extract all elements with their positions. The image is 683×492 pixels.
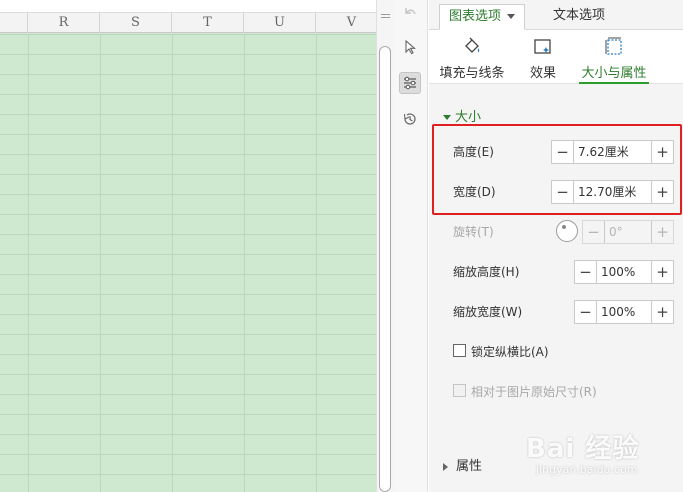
watermark-sub-text: jingyan.baidu.com xyxy=(536,463,638,476)
undo-icon[interactable] xyxy=(399,2,421,24)
rotation-dial-icon xyxy=(556,220,578,242)
scale-width-row: 缩放宽度(W) − 100% + xyxy=(429,300,683,324)
tab-chart-options-label: 图表选项 xyxy=(448,9,501,24)
properties-section-header[interactable]: 属性 xyxy=(443,455,482,474)
scale-height-stepper[interactable]: − 100% + xyxy=(574,260,674,284)
scroll-grip-icon[interactable] xyxy=(381,14,390,18)
tab-chart-options[interactable]: 图表选项 xyxy=(439,4,525,30)
subtab-size-properties-label: 大小与属性 xyxy=(581,66,647,81)
baidu-jingyan-watermark: Bai 经验 jingyan.baidu.com xyxy=(526,428,676,488)
column-header-t[interactable]: T xyxy=(172,13,244,33)
scrollbar-thumb[interactable] xyxy=(379,46,391,492)
subtab-effect[interactable]: 效果 xyxy=(523,36,563,82)
size-section-title: 大小 xyxy=(455,110,482,125)
active-subtab-indicator xyxy=(579,82,649,84)
sheet-top-strip xyxy=(0,0,376,13)
scale-width-label: 缩放宽度(W) xyxy=(453,305,523,319)
relative-original-label: 相对于图片原始尺寸(R) xyxy=(471,385,597,399)
vertical-scrollbar[interactable] xyxy=(376,0,393,492)
tab-text-options[interactable]: 文本选项 xyxy=(539,4,619,30)
rotation-label: 旋转(T) xyxy=(453,225,494,239)
properties-section-title: 属性 xyxy=(456,459,483,474)
column-header-v[interactable]: V xyxy=(316,13,376,33)
column-header-row: R S T U V xyxy=(0,13,376,33)
subtab-fill-line-label: 填充与线条 xyxy=(439,66,505,81)
expand-triangle-icon xyxy=(443,462,448,471)
relative-original-checkbox xyxy=(453,384,466,397)
annotation-highlight-box xyxy=(432,124,682,215)
scale-height-label: 缩放高度(H) xyxy=(453,265,520,279)
column-header-s[interactable]: S xyxy=(100,13,172,33)
fill-bucket-icon xyxy=(439,36,505,58)
rotation-row: 旋转(T) − 0° + xyxy=(429,220,683,244)
chevron-down-icon[interactable] xyxy=(507,14,515,19)
side-tool-strip xyxy=(393,0,428,492)
subtab-effect-label: 效果 xyxy=(529,66,556,81)
column-header-partial[interactable] xyxy=(0,13,28,33)
property-panel: 图表选项 文本选项 填充与线条 效果 大小与属性 大小 高度(E) − 7.62… xyxy=(429,0,683,492)
lock-aspect-label[interactable]: 锁定纵横比(A) xyxy=(471,343,549,360)
rotation-decrement-button: − xyxy=(583,221,605,243)
watermark-main-text: Bai 经验 xyxy=(526,434,640,464)
lock-aspect-row: 锁定纵横比(A) xyxy=(429,340,683,364)
scale-width-increment-button[interactable]: + xyxy=(651,301,673,323)
scale-height-decrement-button[interactable]: − xyxy=(575,261,597,283)
scale-height-increment-button[interactable]: + xyxy=(651,261,673,283)
history-icon[interactable] xyxy=(399,108,421,130)
relative-original-row: 相对于图片原始尺寸(R) xyxy=(429,380,683,404)
subtab-size-properties[interactable]: 大小与属性 xyxy=(579,36,649,84)
rotation-value: 0° xyxy=(609,225,623,239)
lock-aspect-checkbox[interactable] xyxy=(453,344,466,357)
size-section-header[interactable]: 大小 xyxy=(443,106,481,125)
column-header-u[interactable]: U xyxy=(244,13,316,33)
size-frame-icon xyxy=(579,36,649,58)
select-pointer-icon[interactable] xyxy=(399,36,421,58)
scale-width-value[interactable]: 100% xyxy=(597,301,651,323)
scale-height-row: 缩放高度(H) − 100% + xyxy=(429,260,683,284)
scale-width-stepper[interactable]: − 100% + xyxy=(574,300,674,324)
column-header-r[interactable]: R xyxy=(28,13,100,33)
scale-height-value[interactable]: 100% xyxy=(597,261,651,283)
effect-icon xyxy=(523,36,563,58)
rotation-stepper: − 0° + xyxy=(582,220,674,244)
cell-grid[interactable] xyxy=(0,34,376,492)
rotation-increment-button: + xyxy=(651,221,673,243)
collapse-triangle-icon xyxy=(443,115,451,120)
scale-width-decrement-button[interactable]: − xyxy=(575,301,597,323)
properties-settings-icon[interactable] xyxy=(399,72,421,94)
panel-tab-bar: 图表选项 文本选项 xyxy=(429,0,683,30)
subtab-fill-line[interactable]: 填充与线条 xyxy=(439,36,505,82)
panel-subtabs: 填充与线条 效果 大小与属性 xyxy=(429,30,683,84)
spreadsheet-area[interactable]: R S T U V xyxy=(0,0,376,492)
